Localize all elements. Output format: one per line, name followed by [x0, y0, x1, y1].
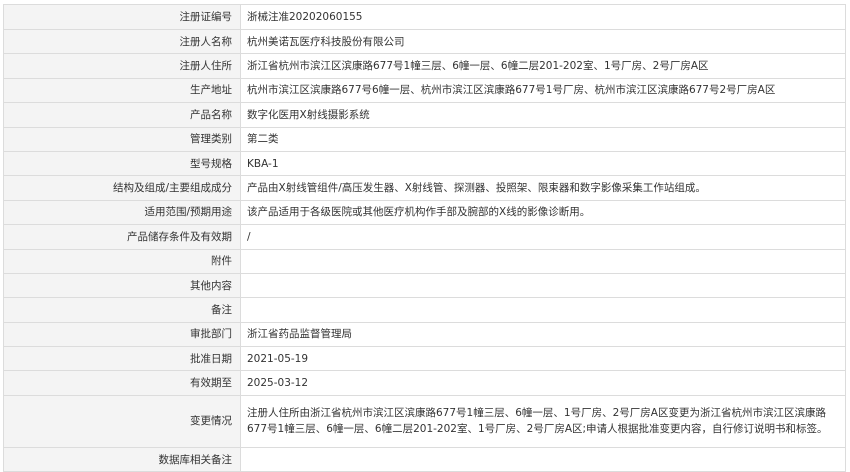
row-production-address: 生产地址 杭州市滨江区滨康路677号6幢一层、杭州市滨江区滨康路677号1号厂房…	[3, 77, 846, 104]
label-product-name: 产品名称	[3, 102, 241, 128]
row-database-remarks: 数据库相关备注	[3, 446, 846, 472]
value-intended-use: 该产品适用于各级医院或其他医疗机构作手部及腕部的X线的影像诊断用。	[240, 199, 846, 226]
value-change-history: 注册人住所由浙江省杭州市滨江区滨康路677号1幢三层、6幢一层、1号厂房、2号厂…	[240, 394, 846, 448]
value-database-remarks	[240, 446, 846, 472]
row-remarks: 备注	[3, 297, 846, 323]
value-management-category: 第二类	[240, 126, 846, 152]
label-management-category: 管理类别	[3, 126, 241, 152]
label-approval-date: 批准日期	[3, 346, 241, 372]
row-model-spec: 型号规格 KBA-1	[3, 150, 846, 177]
row-other-content: 其他内容	[3, 272, 846, 299]
row-registration-number: 注册证编号 浙械注准20202060155	[3, 4, 846, 30]
row-product-name: 产品名称 数字化医用X射线摄影系统	[3, 102, 846, 128]
label-registrant-address: 注册人住所	[3, 53, 241, 79]
label-registrant-name: 注册人名称	[3, 28, 241, 55]
value-attachment	[240, 248, 846, 274]
row-valid-until: 有效期至 2025-03-12	[3, 370, 846, 396]
row-management-category: 管理类别 第二类	[3, 126, 846, 152]
row-approval-date: 批准日期 2021-05-19	[3, 346, 846, 372]
row-attachment: 附件	[3, 248, 846, 274]
label-model-spec: 型号规格	[3, 150, 241, 177]
value-structure-composition: 产品由X射线管组件/高压发生器、X射线管、探测器、投照架、限束器和数字影像采集工…	[240, 175, 846, 201]
label-remarks: 备注	[3, 297, 241, 323]
value-storage-validity: /	[240, 224, 846, 250]
label-attachment: 附件	[3, 248, 241, 274]
label-approval-department: 审批部门	[3, 321, 241, 348]
value-remarks	[240, 297, 846, 323]
value-approval-department: 浙江省药品监督管理局	[240, 321, 846, 348]
row-intended-use: 适用范围/预期用途 该产品适用于各级医院或其他医疗机构作手部及腕部的X线的影像诊…	[3, 199, 846, 226]
label-storage-validity: 产品储存条件及有效期	[3, 224, 241, 250]
row-approval-department: 审批部门 浙江省药品监督管理局	[3, 321, 846, 348]
row-registrant-name: 注册人名称 杭州美诺瓦医疗科技股份有限公司	[3, 28, 846, 55]
value-registrant-address: 浙江省杭州市滨江区滨康路677号1幢三层、6幢一层、6幢二层201-202室、1…	[240, 53, 846, 79]
value-production-address: 杭州市滨江区滨康路677号6幢一层、杭州市滨江区滨康路677号1号厂房、杭州市滨…	[240, 77, 846, 104]
row-change-history: 变更情况 注册人住所由浙江省杭州市滨江区滨康路677号1幢三层、6幢一层、1号厂…	[3, 394, 846, 448]
registration-record-table: 注册证编号 浙械注准20202060155 注册人名称 杭州美诺瓦医疗科技股份有…	[3, 4, 846, 472]
label-other-content: 其他内容	[3, 272, 241, 299]
value-product-name: 数字化医用X射线摄影系统	[240, 102, 846, 128]
label-valid-until: 有效期至	[3, 370, 241, 396]
label-structure-composition: 结构及组成/主要组成成分	[3, 175, 241, 201]
value-valid-until: 2025-03-12	[240, 370, 846, 396]
row-structure-composition: 结构及组成/主要组成成分 产品由X射线管组件/高压发生器、X射线管、探测器、投照…	[3, 175, 846, 201]
label-database-remarks: 数据库相关备注	[3, 446, 241, 472]
label-production-address: 生产地址	[3, 77, 241, 104]
label-registration-number: 注册证编号	[3, 4, 241, 30]
label-change-history: 变更情况	[3, 394, 241, 448]
value-registrant-name: 杭州美诺瓦医疗科技股份有限公司	[240, 28, 846, 55]
label-intended-use: 适用范围/预期用途	[3, 199, 241, 226]
value-approval-date: 2021-05-19	[240, 346, 846, 372]
row-registrant-address: 注册人住所 浙江省杭州市滨江区滨康路677号1幢三层、6幢一层、6幢二层201-…	[3, 53, 846, 79]
value-other-content	[240, 272, 846, 299]
value-model-spec: KBA-1	[240, 150, 846, 177]
row-storage-validity: 产品储存条件及有效期 /	[3, 224, 846, 250]
value-registration-number: 浙械注准20202060155	[240, 4, 846, 30]
